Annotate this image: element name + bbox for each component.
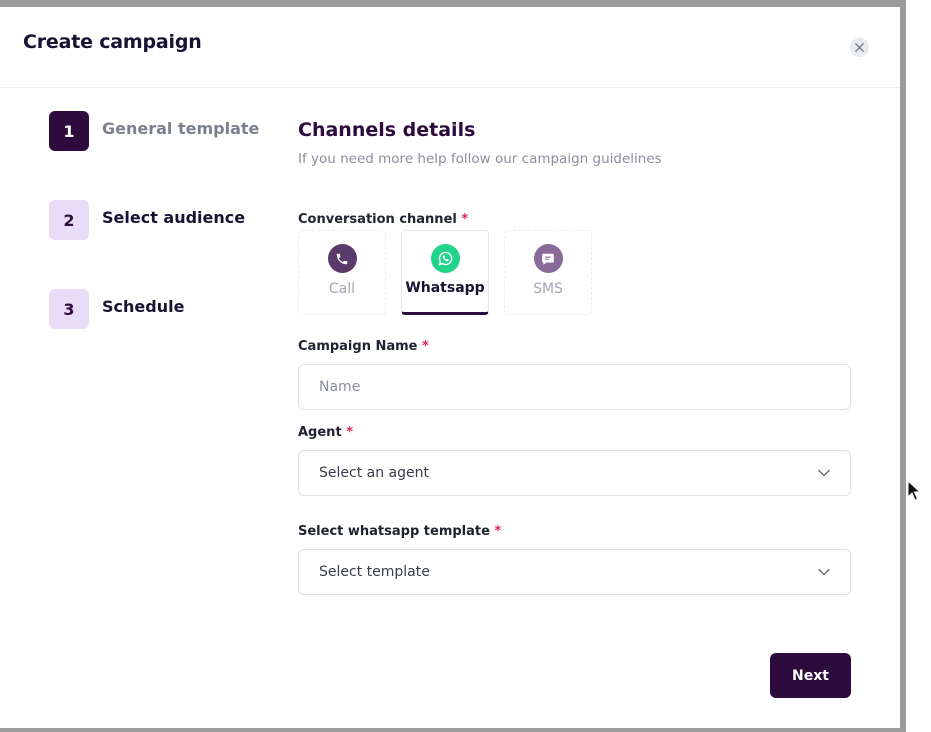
step-number: 3: [49, 289, 89, 329]
message-icon: [533, 244, 563, 273]
required-mark: *: [494, 524, 502, 539]
required-mark: *: [422, 339, 429, 354]
channel-label: Call: [328, 281, 356, 297]
section-subtitle: If you need more help follow our campaig…: [298, 151, 662, 167]
channel-option-whatsapp[interactable]: Whatsapp: [401, 230, 489, 315]
step-label: Select audience: [102, 208, 246, 227]
modal-header: Create campaign: [0, 7, 900, 88]
channel-label: Whatsapp: [405, 280, 485, 296]
close-button[interactable]: [850, 38, 869, 57]
whatsapp-template-label: Select whatsapp template *: [298, 524, 501, 539]
label-text: Conversation channel: [298, 212, 457, 227]
chevron-down-icon: [818, 469, 830, 477]
channel-option-call[interactable]: Call: [298, 230, 386, 315]
agent-select[interactable]: Select an agent: [298, 450, 851, 496]
step-label: Schedule: [102, 297, 185, 316]
agent-select-value: Select an agent: [319, 465, 429, 481]
backdrop-overlay-bottom: [0, 728, 906, 732]
required-mark: *: [461, 212, 469, 227]
phone-icon: [327, 244, 357, 273]
label-text: Campaign Name: [298, 339, 418, 354]
channel-label: SMS: [533, 281, 563, 297]
chevron-down-icon: [818, 568, 830, 576]
step-schedule[interactable]: 3 Schedule: [49, 289, 184, 329]
step-number: 2: [49, 200, 89, 240]
channel-option-sms[interactable]: SMS: [504, 230, 592, 315]
step-select-audience[interactable]: 2 Select audience: [49, 200, 245, 240]
mouse-cursor-icon: [907, 480, 921, 501]
template-select-value: Select template: [319, 564, 430, 580]
backdrop-overlay-top: [0, 0, 906, 7]
required-mark: *: [346, 425, 353, 440]
step-number: 1: [49, 111, 89, 151]
whatsapp-template-select[interactable]: Select template: [298, 549, 851, 595]
agent-label: Agent *: [298, 425, 353, 440]
whatsapp-icon: [430, 244, 460, 273]
backdrop-overlay-right: [900, 0, 906, 732]
conversation-channel-label: Conversation channel *: [298, 212, 468, 227]
step-general-template[interactable]: 1 General template: [49, 111, 259, 151]
step-label: General template: [102, 119, 260, 138]
close-icon: [855, 43, 864, 52]
campaign-name-input[interactable]: [298, 364, 851, 410]
modal-title: Create campaign: [23, 31, 202, 53]
label-text: Select whatsapp template: [298, 524, 490, 539]
section-title: Channels details: [298, 119, 476, 141]
next-button[interactable]: Next: [770, 653, 851, 698]
campaign-name-label: Campaign Name *: [298, 339, 429, 354]
label-text: Agent: [298, 425, 342, 440]
